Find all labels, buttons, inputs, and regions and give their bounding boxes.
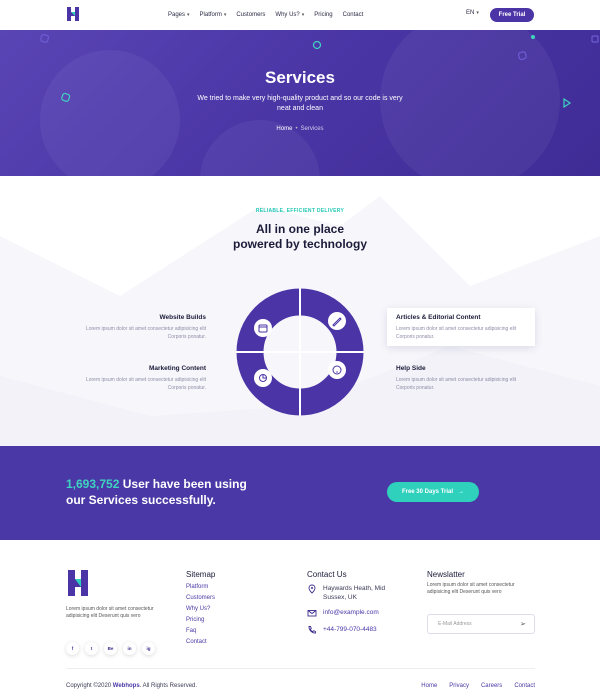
site-footer: Lorem ipsum dolor sit amet consectetur a… [0,540,600,700]
behance-icon[interactable]: Be [104,642,117,655]
decor-square-icon [61,92,71,102]
user-count: 1,693,752 [66,477,120,491]
bottom-links: Home Privacy Careers Contact [421,683,535,689]
brand-logo-icon[interactable] [66,6,80,22]
breadcrumb-separator: • [295,126,298,132]
sitemap-link-why-us[interactable]: Why Us? [186,604,215,615]
chevron-down-icon: ▾ [223,12,227,18]
copyright-text: Copyright ©2020 Webhops. All Rights Rese… [66,683,198,689]
language-selector[interactable]: EN ▾ [466,10,479,16]
nav-item-why-us[interactable]: Why Us? ▾ [275,12,304,18]
footer-divider [66,668,535,669]
facebook-icon[interactable]: f [66,642,79,655]
breadcrumb: Home • Services [0,126,600,132]
decor-circle-icon [312,40,322,50]
pencil-icon [328,312,346,330]
newsletter-text: Lorem ipsum dolor sit amet consectetur a… [427,582,515,595]
section-kicker: RELIABLE, EFFICIENT DELIVERY [255,208,345,214]
breadcrumb-current: Services [300,126,324,132]
page-title: Services [265,68,335,87]
chart-icon [254,369,272,387]
hero-banner: Services We tried to make very high-qual… [0,30,600,176]
sitemap-link-platform[interactable]: Platform [186,582,215,593]
page-subtitle: We tried to make very high-quality produ… [197,95,403,112]
twitter-icon[interactable]: t [85,642,98,655]
services-section: RELIABLE, EFFICIENT DELIVERY All in one … [0,176,600,446]
main-nav: Pages ▾ Platform ▾ Customers Why Us? ▾ Pric… [168,0,373,30]
chevron-down-icon: ▾ [187,12,190,18]
site-header: Pages ▾ Platform ▾ Customers Why Us? ▾ Pric… [0,0,600,30]
linkedin-icon[interactable]: in [123,642,136,655]
nav-item-platform[interactable]: Platform ▾ [200,12,227,18]
newsletter-title: Newslatter [427,570,465,579]
sitemap-title: Sitemap [186,570,216,579]
footer-logo-icon[interactable] [66,568,90,598]
service-item-marketing-content: Marketing Content Lorem ipsum dolor sit … [85,365,206,391]
calendar-icon [254,319,272,337]
free-trial-button[interactable]: Free Trial [490,8,534,22]
instagram-icon[interactable]: ig [142,642,155,655]
newsletter-email-input[interactable]: E-Mail Address ➢ [427,614,535,634]
contact-title: Contact Us [307,570,347,579]
decor-square-icon [40,34,50,43]
sitemap-link-customers[interactable]: Customers [186,593,215,604]
decor-triangle-icon [563,98,572,108]
nav-item-pricing[interactable]: Pricing [314,12,332,18]
send-icon[interactable]: ➢ [520,620,526,628]
sitemap-link-contact[interactable]: Contact [186,637,215,648]
sitemap-link-pricing[interactable]: Pricing [186,615,215,626]
nav-item-contact[interactable]: Contact [343,12,364,18]
section-title: All in one place powered by technology [232,222,367,251]
bottom-link-privacy[interactable]: Privacy [449,683,469,689]
free-30-days-trial-button[interactable]: Free 30 Days Trial → [387,482,479,502]
stats-text: 1,693,752 User have been using our Servi… [66,477,247,507]
phone-icon [308,626,316,634]
service-item-help-side: Help Side Lorem ipsum dolor sit amet con… [396,365,517,391]
bottom-link-home[interactable]: Home [421,683,437,689]
decor-dot-icon [531,35,535,39]
sitemap-links: Platform Customers Why Us? Pricing Faq C… [186,582,215,648]
chevron-down-icon: ▾ [476,10,479,16]
mail-icon [307,610,317,617]
breadcrumb-home-link[interactable]: Home [276,126,292,132]
arrow-right-icon: → [458,489,465,495]
bottom-link-contact[interactable]: Contact [514,683,535,689]
service-item-articles: Articles & Editorial Content Lorem ipsum… [396,314,517,340]
location-pin-icon [308,584,316,594]
contact-address: Haywards Heath, Mid Sussex, UK [307,584,385,602]
bottom-link-careers[interactable]: Careers [481,683,502,689]
sitemap-link-faq[interactable]: Faq [186,626,215,637]
contact-email[interactable]: info@example.com [307,608,379,618]
contact-phone[interactable]: +44-799-070-4483 [307,625,377,635]
help-icon [328,361,346,379]
service-item-website-builds: Website Builds Lorem ipsum dolor sit ame… [85,314,206,340]
nav-item-pages[interactable]: Pages ▾ [168,12,190,18]
decor-square-icon [517,51,527,61]
chevron-down-icon: ▾ [301,12,305,18]
decor-square-icon [591,35,599,43]
stats-band: 1,693,752 User have been using our Servi… [0,446,600,540]
nav-item-customers[interactable]: Customers [236,12,265,18]
social-links: f t Be in ig [66,642,155,655]
footer-about-text: Lorem ipsum dolor sit amet consectetur a… [66,606,154,619]
services-ring [236,288,364,416]
